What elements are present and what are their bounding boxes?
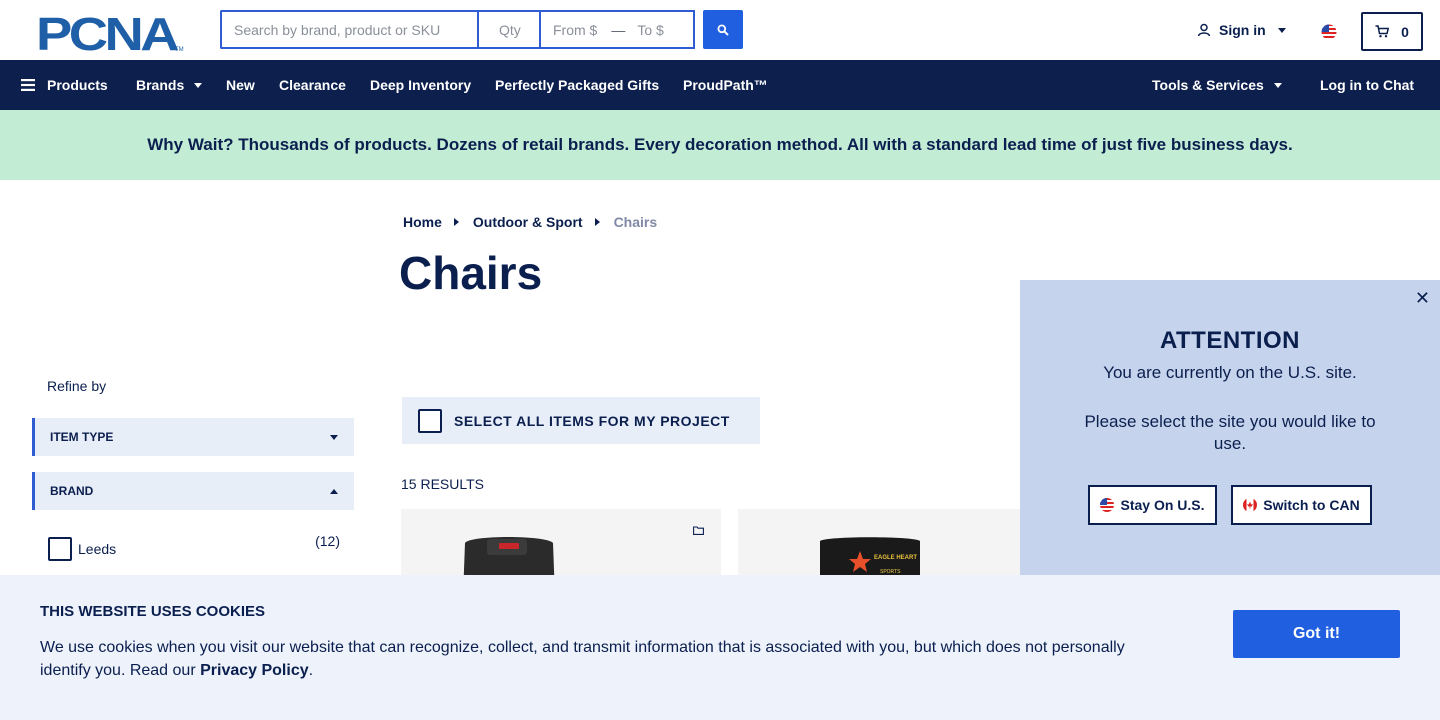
nav-tools[interactable]: Tools & Services xyxy=(1152,60,1282,110)
nav-chat[interactable]: Log in to Chat xyxy=(1320,60,1414,110)
nav-tools-label: Tools & Services xyxy=(1152,77,1264,93)
got-it-button[interactable]: Got it! xyxy=(1233,610,1400,658)
breadcrumb-home[interactable]: Home xyxy=(403,214,442,230)
select-all-label: SELECT ALL ITEMS FOR MY PROJECT xyxy=(454,412,730,429)
canada-flag-icon xyxy=(1243,498,1258,512)
logo-tm: TM xyxy=(175,47,184,52)
nav-products-label: Products xyxy=(47,77,108,93)
logo-text: PCNA xyxy=(36,12,178,52)
nav-gifts[interactable]: Perfectly Packaged Gifts xyxy=(495,60,659,110)
cookie-period: . xyxy=(308,662,314,679)
stay-us-button[interactable]: Stay On U.S. xyxy=(1088,485,1217,525)
card-logo-text: EAGLE HEART xyxy=(874,555,917,561)
sign-in-menu[interactable]: Sign in xyxy=(1197,22,1286,38)
caret-right-icon xyxy=(453,218,459,226)
nav-proudpath-label: ProudPath™ xyxy=(683,77,768,93)
brand-option-leeds: Leeds (12) xyxy=(48,533,340,561)
nav-gifts-label: Perfectly Packaged Gifts xyxy=(495,77,660,93)
caret-right-icon xyxy=(594,218,600,226)
privacy-policy-link[interactable]: Privacy Policy xyxy=(200,662,309,679)
chevron-down-icon xyxy=(1277,27,1286,33)
main-nav: Products Brands New Clearance Deep Inven… xyxy=(0,60,1440,110)
price-range-input[interactable]: From $ — To $ xyxy=(539,10,695,49)
breadcrumb: Home Outdoor & Sport Chairs xyxy=(403,214,657,230)
nav-clearance[interactable]: Clearance xyxy=(279,60,346,110)
breadcrumb-category[interactable]: Outdoor & Sport xyxy=(473,214,583,230)
facet-item-type[interactable]: ITEM TYPE xyxy=(32,418,354,456)
user-icon xyxy=(1197,23,1211,37)
nav-new[interactable]: New xyxy=(226,60,255,110)
us-flag-icon[interactable] xyxy=(1321,24,1337,40)
select-all-bar[interactable]: SELECT ALL ITEMS FOR MY PROJECT xyxy=(402,397,760,444)
nav-proudpath[interactable]: ProudPath™ xyxy=(683,60,768,110)
facet-label: BRAND xyxy=(50,484,94,498)
chevron-down-icon xyxy=(330,434,338,440)
select-all-checkbox[interactable] xyxy=(418,408,442,433)
nav-deep-inventory-label: Deep Inventory xyxy=(370,77,472,93)
site-selector-dialog: ✕ ATTENTION You are currently on the U.S… xyxy=(1020,280,1440,580)
menu-icon xyxy=(21,79,35,91)
refine-label: Refine by xyxy=(47,378,107,394)
nav-clearance-label: Clearance xyxy=(279,77,346,93)
range-separator: — xyxy=(611,21,626,38)
nav-brands[interactable]: Brands xyxy=(136,60,203,110)
qty-placeholder: Qty xyxy=(499,21,521,38)
promo-text: Why Wait? Thousands of products. Dozens … xyxy=(147,135,1293,154)
brand-option-label[interactable]: Leeds xyxy=(78,541,116,557)
nav-chat-label: Log in to Chat xyxy=(1320,77,1415,93)
facet-brand[interactable]: BRAND xyxy=(32,472,354,510)
dialog-prompt: Please select the site you would like to… xyxy=(1084,412,1376,453)
sign-in-label: Sign in xyxy=(1219,22,1266,38)
folder-icon[interactable] xyxy=(693,526,704,535)
search-button[interactable] xyxy=(703,10,743,49)
page-title: Chairs xyxy=(399,247,543,299)
chevron-up-icon xyxy=(330,488,338,494)
breadcrumb-current: Chairs xyxy=(613,214,658,230)
us-flag-icon xyxy=(1100,498,1115,512)
nav-new-label: New xyxy=(226,77,255,93)
search-input[interactable]: Search by brand, product or SKU xyxy=(220,10,478,49)
dialog-message: You are currently on the U.S. site. xyxy=(1103,363,1357,382)
header: PCNA TM Search by brand, product or SKU … xyxy=(0,0,1440,60)
results-count: 15 RESULTS xyxy=(401,476,484,492)
brand-checkbox[interactable] xyxy=(48,537,72,561)
cart-icon xyxy=(1375,25,1390,38)
promo-banner: Why Wait? Thousands of products. Dozens … xyxy=(0,110,1440,180)
nav-brands-label: Brands xyxy=(136,77,185,93)
search-placeholder: Search by brand, product or SKU xyxy=(234,21,441,38)
search-icon xyxy=(717,24,729,36)
cart-count: 0 xyxy=(1401,23,1409,40)
price-to-placeholder[interactable]: To $ xyxy=(637,22,663,38)
nav-products[interactable]: Products xyxy=(21,60,108,110)
quantity-input[interactable]: Qty xyxy=(477,10,540,49)
cookie-banner: THIS WEBSITE USES COOKIES We use cookies… xyxy=(0,575,1440,720)
cookie-text: We use cookies when you visit our websit… xyxy=(40,636,1150,682)
facet-label: ITEM TYPE xyxy=(50,430,114,444)
chevron-down-icon xyxy=(194,82,203,88)
switch-can-button[interactable]: Switch to CAN xyxy=(1231,485,1372,525)
cookie-title: THIS WEBSITE USES COOKIES xyxy=(40,603,266,620)
price-from-placeholder[interactable]: From $ xyxy=(553,22,597,38)
brand-option-count: (12) xyxy=(315,533,340,549)
nav-deep-inventory[interactable]: Deep Inventory xyxy=(370,60,471,110)
stay-us-label: Stay On U.S. xyxy=(1120,497,1205,513)
chevron-down-icon xyxy=(1273,82,1282,88)
pcna-logo[interactable]: PCNA TM xyxy=(36,8,186,60)
dialog-title: ATTENTION xyxy=(1159,327,1301,354)
switch-can-label: Switch to CAN xyxy=(1263,497,1360,513)
cart-button[interactable]: 0 xyxy=(1361,12,1423,51)
close-icon[interactable]: ✕ xyxy=(1415,288,1430,309)
